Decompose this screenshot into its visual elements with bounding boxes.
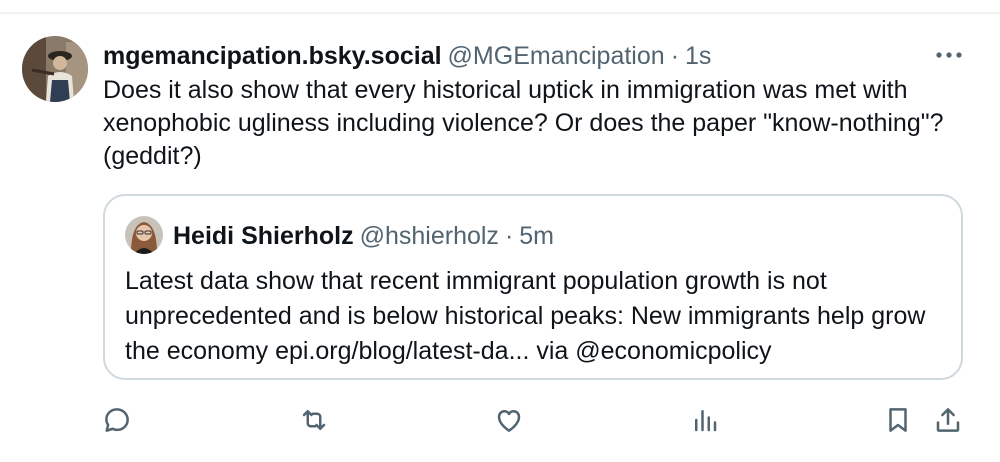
quoted-post-header: Heidi Shierholz @hshierholz · 5m — [173, 216, 554, 256]
bookmark-icon — [889, 408, 907, 432]
post-time[interactable]: 1s — [685, 42, 711, 71]
reply-button[interactable] — [97, 398, 137, 442]
profile-photo-icon — [22, 36, 88, 102]
separator: · — [504, 221, 514, 250]
author-avatar[interactable] — [22, 36, 88, 102]
author-handle[interactable]: @MGEmancipation — [448, 42, 665, 71]
quoted-post-time[interactable]: 5m — [519, 222, 554, 251]
quoted-author-name[interactable]: Heidi Shierholz — [173, 222, 354, 251]
views-button[interactable] — [685, 398, 725, 442]
like-icon — [497, 410, 521, 432]
profile-photo-icon — [125, 216, 163, 254]
views-icon — [695, 410, 717, 432]
post-header: mgemancipation.bsky.social @MGEmancipati… — [103, 36, 920, 76]
separator: · — [670, 41, 680, 70]
post-text: Does it also show that every historical … — [103, 76, 944, 170]
post: mgemancipation.bsky.social @MGEmancipati… — [0, 14, 1000, 462]
author-name[interactable]: mgemancipation.bsky.social — [103, 42, 442, 71]
action-bar — [0, 398, 1000, 442]
quoted-author-handle[interactable]: @hshierholz — [360, 222, 499, 251]
share-icon — [936, 408, 960, 432]
like-button[interactable] — [489, 398, 529, 442]
reply-icon — [105, 408, 129, 432]
quoted-post-text: Latest data show that recent immigrant p… — [125, 267, 926, 365]
share-button[interactable] — [928, 398, 968, 442]
quoted-post[interactable]: Heidi Shierholz @hshierholz · 5m Latest … — [103, 194, 963, 380]
repost-button[interactable] — [294, 398, 334, 442]
bookmark-button[interactable] — [878, 398, 918, 442]
repost-icon — [302, 410, 326, 430]
more-options-icon[interactable] — [934, 48, 964, 62]
quoted-author-avatar[interactable] — [125, 216, 163, 254]
